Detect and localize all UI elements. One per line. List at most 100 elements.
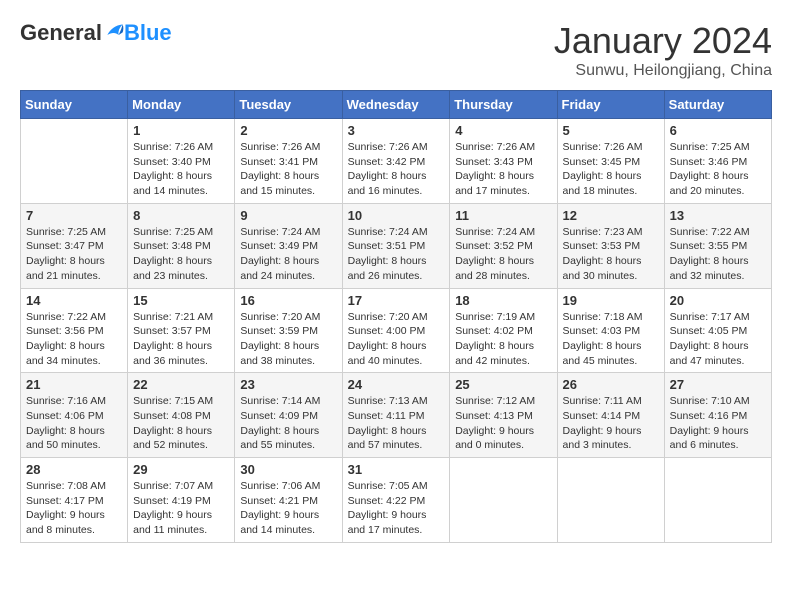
calendar-cell: 11Sunrise: 7:24 AM Sunset: 3:52 PM Dayli… bbox=[450, 203, 557, 288]
day-info: Sunrise: 7:11 AM Sunset: 4:14 PM Dayligh… bbox=[563, 394, 659, 453]
calendar-cell: 21 Sunrise: 7:16 AM Sunset: 4:06 PM Dayli… bbox=[21, 373, 128, 458]
title-area: January 2024 Sunwu, Heilongjiang, China bbox=[554, 20, 772, 80]
day-info: Sunrise: 7:23 AM Sunset: 3:53 PM Dayligh… bbox=[563, 225, 659, 284]
day-number: 6 bbox=[670, 123, 766, 138]
logo: General Blue bbox=[20, 20, 172, 46]
calendar-cell: 17 Sunrise: 7:20 AM Sunset: 4:00 PM Dayli… bbox=[342, 288, 450, 373]
day-number: 28 bbox=[26, 462, 122, 477]
calendar-cell: 23Sunrise: 7:14 AM Sunset: 4:09 PM Dayli… bbox=[235, 373, 342, 458]
day-info: Sunrise: 7:05 AM Sunset: 4:22 PM Dayligh… bbox=[348, 479, 445, 538]
day-number: 21 bbox=[26, 377, 122, 392]
calendar-cell bbox=[450, 458, 557, 543]
day-number: 31 bbox=[348, 462, 445, 477]
day-info: Sunrise: 7:24 AM Sunset: 3:51 PM Dayligh… bbox=[348, 225, 445, 284]
logo-general: General bbox=[20, 20, 102, 46]
calendar-cell: 26 Sunrise: 7:11 AM Sunset: 4:14 PM Dayli… bbox=[557, 373, 664, 458]
calendar-cell bbox=[664, 458, 771, 543]
calendar-table: SundayMondayTuesdayWednesdayThursdayFrid… bbox=[20, 90, 772, 543]
day-number: 29 bbox=[133, 462, 229, 477]
calendar-cell: 27 Sunrise: 7:10 AM Sunset: 4:16 PM Dayli… bbox=[664, 373, 771, 458]
day-info: Sunrise: 7:15 AM Sunset: 4:08 PM Dayligh… bbox=[133, 394, 229, 453]
day-info: Sunrise: 7:26 AM Sunset: 3:40 PM Dayligh… bbox=[133, 140, 229, 199]
calendar-cell: 29 Sunrise: 7:07 AM Sunset: 4:19 PM Dayli… bbox=[128, 458, 235, 543]
day-info: Sunrise: 7:26 AM Sunset: 3:43 PM Dayligh… bbox=[455, 140, 551, 199]
calendar-cell: 8 Sunrise: 7:25 AM Sunset: 3:48 PM Daylig… bbox=[128, 203, 235, 288]
day-info: Sunrise: 7:16 AM Sunset: 4:06 PM Dayligh… bbox=[26, 394, 122, 453]
weekday-header: Saturday bbox=[664, 91, 771, 119]
day-number: 8 bbox=[133, 208, 229, 223]
day-number: 12 bbox=[563, 208, 659, 223]
location: Sunwu, Heilongjiang, China bbox=[554, 62, 772, 80]
day-number: 11 bbox=[455, 208, 551, 223]
calendar-cell: 25 Sunrise: 7:12 AM Sunset: 4:13 PM Dayli… bbox=[450, 373, 557, 458]
calendar-cell bbox=[21, 119, 128, 204]
calendar-week-row: 21 Sunrise: 7:16 AM Sunset: 4:06 PM Dayli… bbox=[21, 373, 772, 458]
calendar-cell: 30 Sunrise: 7:06 AM Sunset: 4:21 PM Dayli… bbox=[235, 458, 342, 543]
weekday-header: Tuesday bbox=[235, 91, 342, 119]
day-info: Sunrise: 7:19 AM Sunset: 4:02 PM Dayligh… bbox=[455, 310, 551, 369]
day-number: 27 bbox=[670, 377, 766, 392]
calendar-cell: 7Sunrise: 7:25 AM Sunset: 3:47 PM Daylig… bbox=[21, 203, 128, 288]
day-info: Sunrise: 7:24 AM Sunset: 3:49 PM Dayligh… bbox=[240, 225, 336, 284]
day-info: Sunrise: 7:26 AM Sunset: 3:42 PM Dayligh… bbox=[348, 140, 445, 199]
logo-blue: Blue bbox=[124, 20, 172, 46]
day-number: 18 bbox=[455, 293, 551, 308]
day-info: Sunrise: 7:06 AM Sunset: 4:21 PM Dayligh… bbox=[240, 479, 336, 538]
day-info: Sunrise: 7:10 AM Sunset: 4:16 PM Dayligh… bbox=[670, 394, 766, 453]
day-info: Sunrise: 7:26 AM Sunset: 3:41 PM Dayligh… bbox=[240, 140, 336, 199]
calendar-cell: 3Sunrise: 7:26 AM Sunset: 3:42 PM Daylig… bbox=[342, 119, 450, 204]
weekday-header: Thursday bbox=[450, 91, 557, 119]
day-number: 10 bbox=[348, 208, 445, 223]
day-info: Sunrise: 7:21 AM Sunset: 3:57 PM Dayligh… bbox=[133, 310, 229, 369]
day-number: 4 bbox=[455, 123, 551, 138]
weekday-header: Friday bbox=[557, 91, 664, 119]
weekday-header: Monday bbox=[128, 91, 235, 119]
calendar-cell: 24 Sunrise: 7:13 AM Sunset: 4:11 PM Dayli… bbox=[342, 373, 450, 458]
day-info: Sunrise: 7:26 AM Sunset: 3:45 PM Dayligh… bbox=[563, 140, 659, 199]
day-number: 13 bbox=[670, 208, 766, 223]
day-number: 2 bbox=[240, 123, 336, 138]
day-info: Sunrise: 7:25 AM Sunset: 3:48 PM Dayligh… bbox=[133, 225, 229, 284]
day-info: Sunrise: 7:20 AM Sunset: 4:00 PM Dayligh… bbox=[348, 310, 445, 369]
calendar-cell: 22 Sunrise: 7:15 AM Sunset: 4:08 PM Dayli… bbox=[128, 373, 235, 458]
calendar-cell: 14 Sunrise: 7:22 AM Sunset: 3:56 PM Dayli… bbox=[21, 288, 128, 373]
calendar-cell: 5Sunrise: 7:26 AM Sunset: 3:45 PM Daylig… bbox=[557, 119, 664, 204]
day-number: 30 bbox=[240, 462, 336, 477]
page-header: General Blue January 2024 Sunwu, Heilong… bbox=[20, 20, 772, 80]
day-info: Sunrise: 7:07 AM Sunset: 4:19 PM Dayligh… bbox=[133, 479, 229, 538]
calendar-cell: 10 Sunrise: 7:24 AM Sunset: 3:51 PM Dayli… bbox=[342, 203, 450, 288]
weekday-header: Wednesday bbox=[342, 91, 450, 119]
day-info: Sunrise: 7:25 AM Sunset: 3:47 PM Dayligh… bbox=[26, 225, 122, 284]
day-info: Sunrise: 7:18 AM Sunset: 4:03 PM Dayligh… bbox=[563, 310, 659, 369]
day-info: Sunrise: 7:08 AM Sunset: 4:17 PM Dayligh… bbox=[26, 479, 122, 538]
logo-bird-icon bbox=[104, 21, 124, 41]
day-number: 14 bbox=[26, 293, 122, 308]
day-info: Sunrise: 7:22 AM Sunset: 3:55 PM Dayligh… bbox=[670, 225, 766, 284]
calendar-cell: 2 Sunrise: 7:26 AM Sunset: 3:41 PM Daylig… bbox=[235, 119, 342, 204]
calendar-cell: 13 Sunrise: 7:22 AM Sunset: 3:55 PM Dayli… bbox=[664, 203, 771, 288]
calendar-cell: 19 Sunrise: 7:18 AM Sunset: 4:03 PM Dayli… bbox=[557, 288, 664, 373]
day-number: 22 bbox=[133, 377, 229, 392]
weekday-header: Sunday bbox=[21, 91, 128, 119]
day-number: 15 bbox=[133, 293, 229, 308]
calendar-cell: 15 Sunrise: 7:21 AM Sunset: 3:57 PM Dayli… bbox=[128, 288, 235, 373]
day-info: Sunrise: 7:12 AM Sunset: 4:13 PM Dayligh… bbox=[455, 394, 551, 453]
day-number: 25 bbox=[455, 377, 551, 392]
day-number: 1 bbox=[133, 123, 229, 138]
day-number: 26 bbox=[563, 377, 659, 392]
calendar-cell: 31 Sunrise: 7:05 AM Sunset: 4:22 PM Dayli… bbox=[342, 458, 450, 543]
calendar-header-row: SundayMondayTuesdayWednesdayThursdayFrid… bbox=[21, 91, 772, 119]
day-number: 9 bbox=[240, 208, 336, 223]
calendar-cell: 12 Sunrise: 7:23 AM Sunset: 3:53 PM Dayli… bbox=[557, 203, 664, 288]
calendar-cell: 4 Sunrise: 7:26 AM Sunset: 3:43 PM Daylig… bbox=[450, 119, 557, 204]
day-number: 24 bbox=[348, 377, 445, 392]
day-number: 20 bbox=[670, 293, 766, 308]
day-info: Sunrise: 7:13 AM Sunset: 4:11 PM Dayligh… bbox=[348, 394, 445, 453]
calendar-week-row: 7Sunrise: 7:25 AM Sunset: 3:47 PM Daylig… bbox=[21, 203, 772, 288]
calendar-cell: 20Sunrise: 7:17 AM Sunset: 4:05 PM Dayli… bbox=[664, 288, 771, 373]
day-number: 23 bbox=[240, 377, 336, 392]
day-info: Sunrise: 7:22 AM Sunset: 3:56 PM Dayligh… bbox=[26, 310, 122, 369]
day-number: 19 bbox=[563, 293, 659, 308]
calendar-cell bbox=[557, 458, 664, 543]
day-number: 17 bbox=[348, 293, 445, 308]
